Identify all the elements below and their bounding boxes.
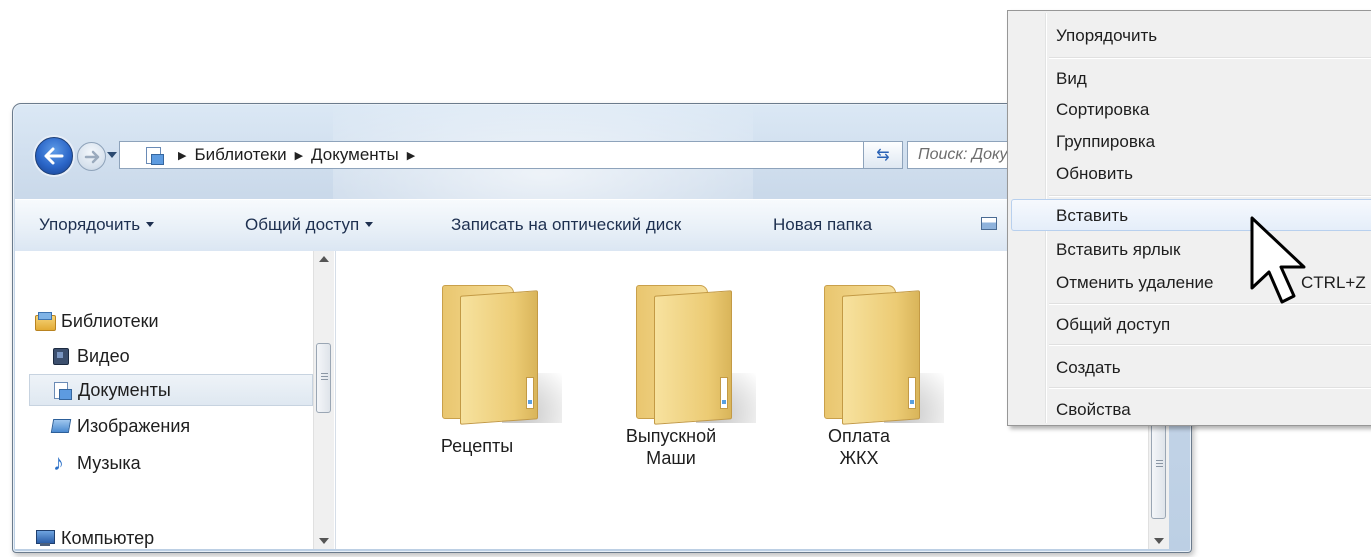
images-icon xyxy=(51,417,71,435)
documents-icon xyxy=(52,381,72,400)
scrollbar-thumb[interactable] xyxy=(1151,411,1166,519)
view-options-icon[interactable] xyxy=(981,217,997,230)
menu-separator xyxy=(1049,303,1371,305)
folder-label: Выпускной Маши xyxy=(625,426,717,468)
folder-icon xyxy=(824,285,944,425)
back-arrow-icon xyxy=(44,147,64,165)
sidebar-item-label: Библиотеки xyxy=(61,310,159,331)
menu-separator xyxy=(1049,57,1371,59)
folder-item[interactable]: Оплата ЖКХ xyxy=(794,285,944,495)
library-icon xyxy=(144,146,164,165)
breadcrumb-separator-icon[interactable]: ▶ xyxy=(295,149,303,162)
menu-item-organize[interactable]: Упорядочить xyxy=(1011,19,1371,51)
address-bar[interactable]: ▶ Библиотеки ▶ Документы ▶ xyxy=(119,141,887,169)
organize-label: Упорядочить xyxy=(39,215,141,234)
breadcrumb-documents[interactable]: Документы xyxy=(311,145,399,165)
share-button[interactable]: Общий доступ xyxy=(245,215,374,235)
breadcrumb-separator-icon[interactable]: ▶ xyxy=(407,149,415,162)
back-button[interactable] xyxy=(35,137,73,175)
menu-item-create[interactable]: Создать xyxy=(1011,351,1371,383)
computer-icon xyxy=(35,529,55,547)
folder-item[interactable]: Рецепты xyxy=(412,285,562,495)
menu-separator xyxy=(1049,195,1371,197)
mouse-pointer-icon xyxy=(1250,216,1306,304)
folder-icon xyxy=(442,285,562,425)
scroll-up-icon[interactable] xyxy=(319,256,329,262)
forward-button[interactable] xyxy=(77,142,106,171)
menu-item-refresh[interactable]: Обновить xyxy=(1011,157,1371,189)
sidebar-item-label: Видео xyxy=(77,345,130,366)
folder-label: Рецепты xyxy=(440,436,514,456)
refresh-icon: ⇆ xyxy=(876,147,890,164)
organize-button[interactable]: Упорядочить xyxy=(39,215,155,235)
sidebar-item-documents[interactable]: Документы xyxy=(29,374,313,406)
breadcrumb-separator-icon[interactable]: ▶ xyxy=(178,149,186,162)
forward-arrow-icon xyxy=(84,150,99,163)
navigation-scrollbar[interactable] xyxy=(313,251,334,549)
refresh-button[interactable]: ⇆ xyxy=(863,141,903,169)
share-label: Общий доступ xyxy=(245,215,360,234)
folder-item[interactable]: Выпускной Маши xyxy=(606,285,756,495)
sidebar-item-label: Изображения xyxy=(77,415,191,436)
navigation-pane: Библиотеки Видео Документы Изображения М… xyxy=(15,251,336,549)
burn-disc-button[interactable]: Записать на оптический диск xyxy=(451,215,681,235)
sidebar-item-music[interactable]: Музыка xyxy=(51,447,311,479)
folder-icon xyxy=(636,285,756,425)
scrollbar-thumb[interactable] xyxy=(316,343,331,413)
sidebar-item-images[interactable]: Изображения xyxy=(51,410,311,442)
menu-separator xyxy=(1049,387,1371,389)
sidebar-item-libraries[interactable]: Библиотеки xyxy=(35,305,333,337)
menu-separator xyxy=(1049,344,1371,346)
scroll-down-icon[interactable] xyxy=(319,538,329,544)
menu-item-view[interactable]: Вид xyxy=(1011,62,1371,94)
chevron-down-icon xyxy=(146,222,155,227)
sidebar-item-label: Документы xyxy=(78,379,171,400)
burn-label: Записать на оптический диск xyxy=(451,215,682,234)
menu-item-sort[interactable]: Сортировка xyxy=(1011,93,1371,125)
menu-item-share[interactable]: Общий доступ xyxy=(1011,308,1371,340)
scroll-down-icon[interactable] xyxy=(1154,538,1164,544)
menu-item-properties[interactable]: Свойства xyxy=(1011,393,1371,425)
recent-pages-dropdown[interactable] xyxy=(107,152,117,158)
sidebar-item-computer[interactable]: Компьютер xyxy=(35,522,333,552)
folder-label: Оплата ЖКХ xyxy=(828,426,890,468)
sidebar-item-label: Компьютер xyxy=(61,527,155,548)
sidebar-item-video[interactable]: Видео xyxy=(51,340,311,372)
new-folder-button[interactable]: Новая папка xyxy=(773,215,872,235)
chevron-down-icon xyxy=(365,222,374,227)
music-icon xyxy=(51,450,71,476)
new-folder-label: Новая папка xyxy=(773,215,873,234)
menu-item-group[interactable]: Группировка xyxy=(1011,125,1371,157)
breadcrumb-libraries[interactable]: Библиотеки xyxy=(194,145,286,165)
libraries-icon xyxy=(35,312,56,331)
sidebar-item-label: Музыка xyxy=(77,452,141,473)
video-icon xyxy=(51,347,71,365)
